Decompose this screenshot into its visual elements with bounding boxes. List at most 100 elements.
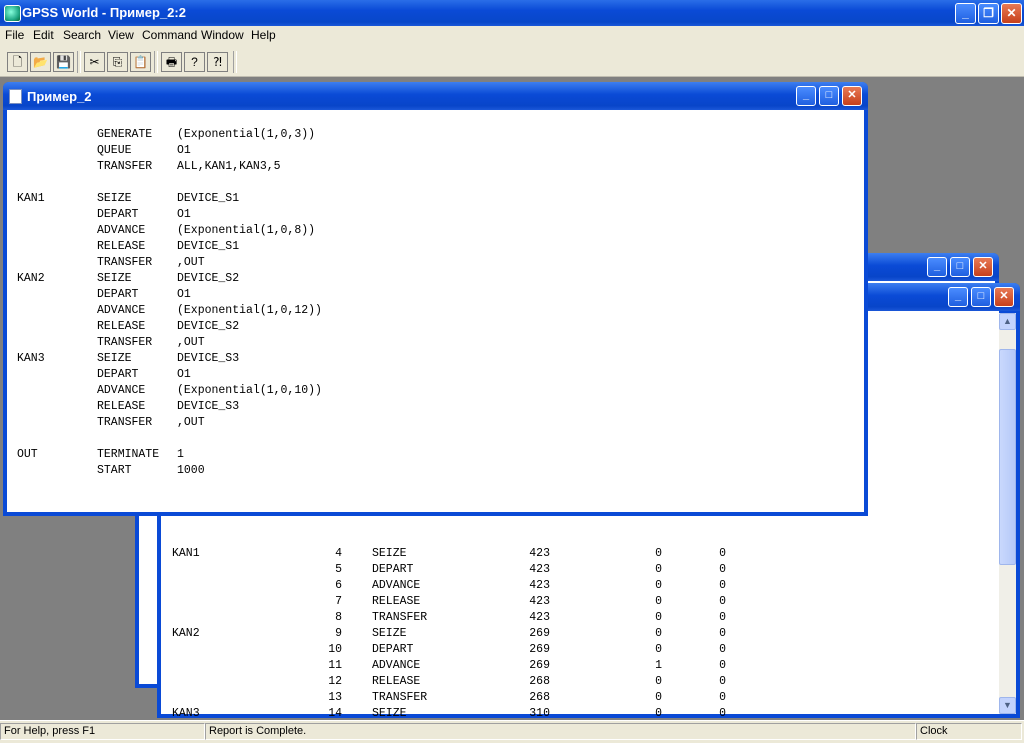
report-scrollbar[interactable]: ▲ ▼ [999, 313, 1016, 714]
report-entry-count: 423 [529, 611, 550, 624]
report-label: KAN3 [172, 707, 200, 720]
menu-view[interactable]: View [108, 28, 134, 42]
code-line: DEPART O1 [7, 208, 864, 224]
editor-window-title: Пример_2 [27, 89, 92, 104]
code-line: KAN1 SEIZE DEVICE_S1 [7, 192, 864, 208]
report-row: 6 ADVANCE 423 0 0 [161, 579, 1001, 595]
scroll-thumb[interactable] [999, 349, 1016, 565]
code-operand: (Exponential(1,0,12)) [177, 304, 322, 317]
code-operand: DEVICE_S3 [177, 400, 240, 413]
context-help-icon[interactable]: ⁈ [207, 52, 228, 72]
minimize-button[interactable]: _ [948, 287, 968, 307]
toolbar-separator [154, 51, 158, 73]
report-entry-count: 423 [529, 563, 550, 576]
close-button[interactable]: ✕ [1001, 3, 1022, 24]
code-operand: DEVICE_S2 [177, 272, 240, 285]
minimize-button[interactable]: _ [927, 257, 947, 277]
report-row: KAN1 4 SEIZE 423 0 0 [161, 547, 1001, 563]
code-operand: (Exponential(1,0,8)) [177, 224, 316, 237]
report-retry: 0 [719, 547, 726, 560]
code-line: ADVANCE (Exponential(1,0,8)) [7, 224, 864, 240]
code-line: TRANSFER ALL,KAN1,KAN3,5 [7, 160, 864, 176]
report-loc: 8 [335, 611, 342, 624]
menu-search[interactable]: Search [63, 28, 101, 42]
report-entry-count: 423 [529, 579, 550, 592]
code-operation: RELEASE [97, 320, 146, 333]
code-operation: START [97, 464, 132, 477]
code-operation: GENERATE [97, 128, 153, 141]
minimize-button[interactable]: _ [955, 3, 976, 24]
code-line: TRANSFER ,OUT [7, 256, 864, 272]
code-operation: ADVANCE [97, 384, 146, 397]
code-line: GENERATE (Exponential(1,0,3)) [7, 128, 864, 144]
code-line: KAN3 SEIZE DEVICE_S3 [7, 352, 864, 368]
report-current-count: 1 [655, 659, 662, 672]
report-label: KAN2 [172, 627, 200, 640]
paste-icon[interactable]: 📋 [130, 52, 151, 72]
restore-button[interactable]: ❐ [978, 3, 999, 24]
close-button[interactable]: ✕ [994, 287, 1014, 307]
report-retry: 0 [719, 707, 726, 720]
menu-file[interactable]: File [5, 28, 24, 42]
code-operation: DEPART [97, 288, 139, 301]
report-retry: 0 [719, 643, 726, 656]
code-line: ADVANCE (Exponential(1,0,10)) [7, 384, 864, 400]
report-loc: 10 [328, 643, 342, 656]
code-operand: O1 [177, 208, 191, 221]
copy-icon[interactable]: ⎘ [107, 52, 128, 72]
print-icon[interactable]: 🖶 [161, 52, 182, 72]
report-block-type: SEIZE [372, 627, 407, 640]
code-operand: O1 [177, 144, 191, 157]
report-loc: 11 [328, 659, 342, 672]
app-icon[interactable] [4, 5, 21, 22]
report-current-count: 0 [655, 691, 662, 704]
app-titlebar[interactable]: GPSS World - Пример_2:2 _ ❐ ✕ [0, 0, 1024, 26]
status-help: For Help, press F1 [0, 723, 205, 740]
report-retry: 0 [719, 627, 726, 640]
close-button[interactable]: ✕ [842, 86, 862, 106]
maximize-button[interactable]: □ [950, 257, 970, 277]
minimize-button[interactable]: _ [796, 86, 816, 106]
editor-window[interactable]: Пример_2 _ □ ✕ GENERATE (Exponential(1,0,… [3, 82, 868, 516]
code-line: TRANSFER ,OUT [7, 416, 864, 432]
report-row: 8 TRANSFER 423 0 0 [161, 611, 1001, 627]
code-line: KAN2 SEIZE DEVICE_S2 [7, 272, 864, 288]
report-loc: 9 [335, 627, 342, 640]
save-icon[interactable]: 💾 [53, 52, 74, 72]
close-button[interactable]: ✕ [973, 257, 993, 277]
scroll-up-arrow[interactable]: ▲ [999, 313, 1016, 330]
report-retry: 0 [719, 595, 726, 608]
report-entry-count: 268 [529, 675, 550, 688]
report-loc: 6 [335, 579, 342, 592]
menu-window[interactable]: Window [201, 28, 244, 42]
menu-command[interactable]: Command [142, 28, 197, 42]
report-retry: 0 [719, 611, 726, 624]
code-line: DEPART O1 [7, 288, 864, 304]
scroll-down-arrow[interactable]: ▼ [999, 697, 1016, 714]
editor-window-titlebar[interactable]: Пример_2 _ □ ✕ [3, 82, 868, 110]
toolbar-separator [77, 51, 81, 73]
report-label: KAN1 [172, 547, 200, 560]
maximize-button[interactable]: □ [971, 287, 991, 307]
help-icon[interactable]: ? [184, 52, 205, 72]
report-current-count: 0 [655, 611, 662, 624]
code-line: START 1000 [7, 464, 864, 480]
report-block-type: SEIZE [372, 547, 407, 560]
menu-edit[interactable]: Edit [33, 28, 54, 42]
menu-help[interactable]: Help [251, 28, 276, 42]
report-block-type: RELEASE [372, 595, 421, 608]
code-line: RELEASE DEVICE_S3 [7, 400, 864, 416]
cut-icon[interactable]: ✂ [84, 52, 105, 72]
maximize-button[interactable]: □ [819, 86, 839, 106]
code-operand: ,OUT [177, 256, 205, 269]
menu-bar: File Edit Search View Command Window Hel… [0, 26, 1024, 44]
report-block-type: RELEASE [372, 675, 421, 688]
code-editor[interactable]: GENERATE (Exponential(1,0,3)) QUEUE O1 TRANS… [7, 110, 864, 512]
report-row: 5 DEPART 423 0 0 [161, 563, 1001, 579]
new-icon[interactable]: 🗋 [7, 52, 28, 72]
toolbar: 🗋 📂 💾 ✂ ⎘ 📋 🖶 ? ⁈ [0, 44, 1024, 77]
open-icon[interactable]: 📂 [30, 52, 51, 72]
status-message: Report is Complete. [205, 723, 916, 740]
code-operation: SEIZE [97, 192, 132, 205]
report-block-type: ADVANCE [372, 659, 421, 672]
